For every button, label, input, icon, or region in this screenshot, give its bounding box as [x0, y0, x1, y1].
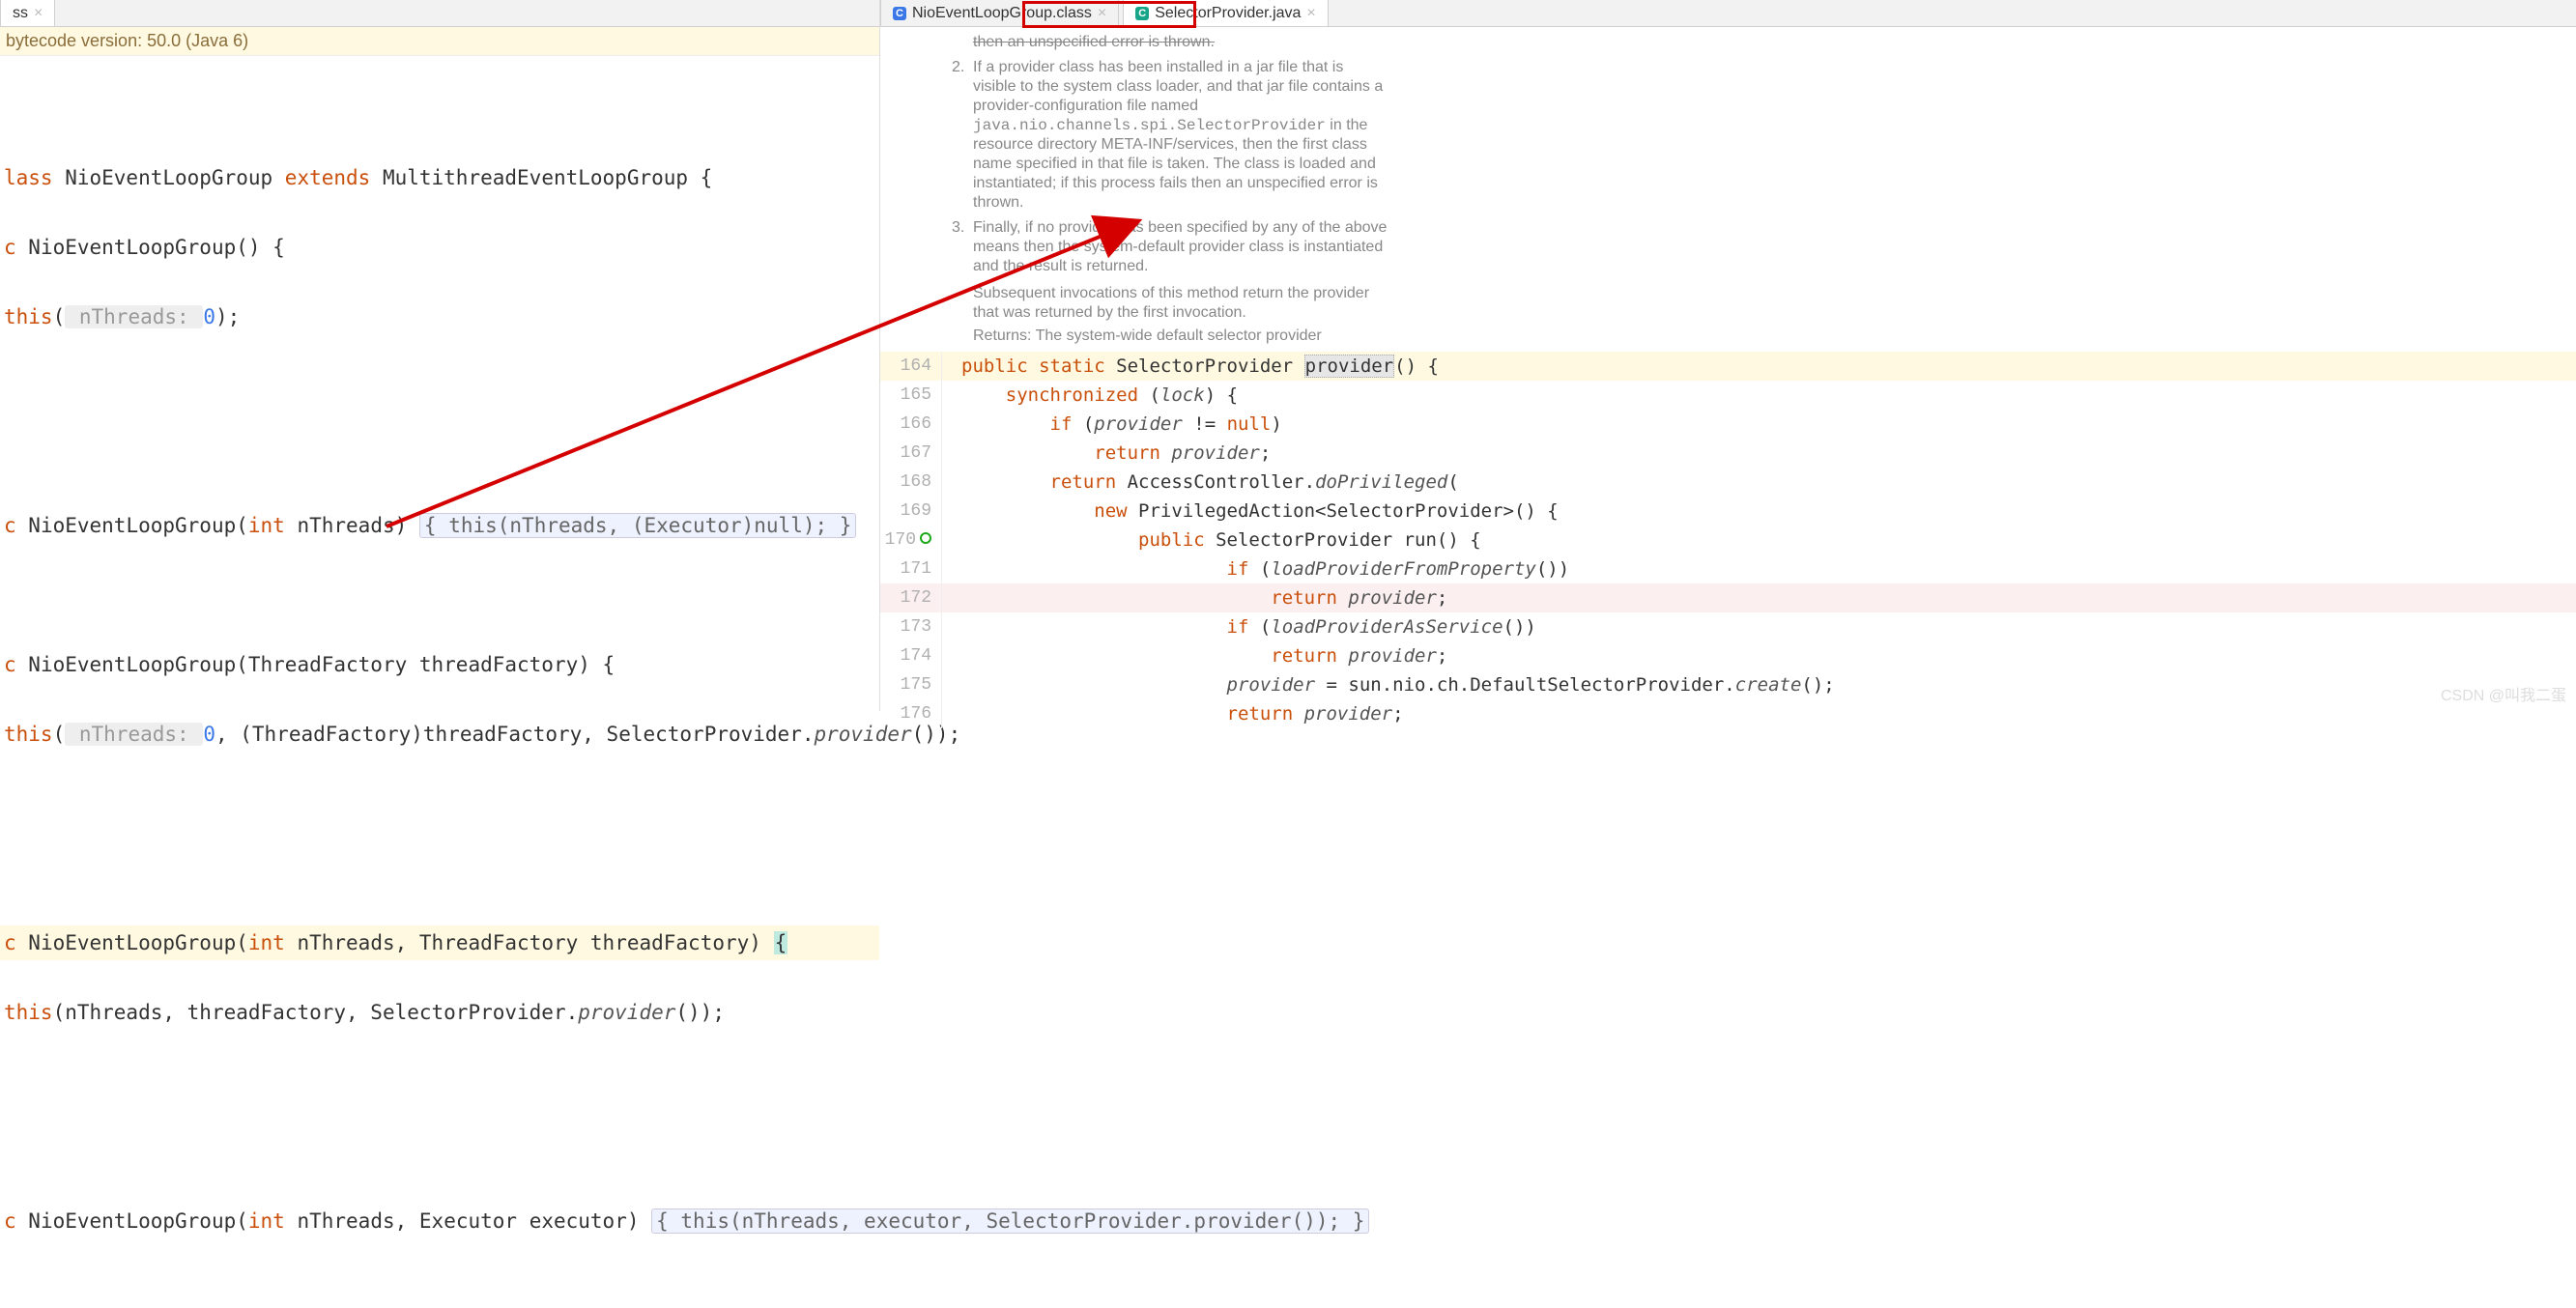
right-editor-pane: C NioEventLoopGroup.class × C SelectorPr…: [880, 0, 2576, 711]
line-number: 175: [880, 670, 942, 699]
class-icon: C: [1135, 7, 1149, 20]
left-editor-pane: ss × bytecode version: 50.0 (Java 6) las…: [0, 0, 880, 711]
param-hint: nThreads:: [65, 305, 203, 328]
line-number: 164: [880, 352, 942, 381]
tab-label: NioEventLoopGroup.class: [912, 5, 1092, 22]
close-icon[interactable]: ×: [34, 5, 43, 22]
close-icon[interactable]: ×: [1306, 5, 1315, 22]
left-code[interactable]: lass NioEventLoopGroup extends Multithre…: [0, 56, 879, 1308]
line-number: 174: [880, 641, 942, 670]
caret-position: {: [774, 931, 788, 954]
line-number: 172: [880, 583, 942, 612]
left-tabbar: ss ×: [0, 0, 879, 27]
decompile-banner: bytecode version: 50.0 (Java 6): [0, 27, 879, 56]
tab-ss[interactable]: ss ×: [0, 0, 55, 26]
tab-selectorprovider[interactable]: C SelectorProvider.java ×: [1123, 0, 1329, 26]
close-icon[interactable]: ×: [1098, 5, 1106, 22]
line-number: 169: [880, 497, 942, 526]
doc-paragraph: Subsequent invocations of this method re…: [973, 284, 1390, 323]
line-number: 167: [880, 439, 942, 468]
doc-item: 2.If a provider class has been installed…: [973, 58, 1390, 213]
tab-label: ss: [13, 5, 28, 22]
kw-class: lass: [4, 166, 65, 189]
class-icon: C: [893, 7, 906, 20]
override-icon[interactable]: [920, 532, 931, 544]
tab-label: SelectorProvider.java: [1155, 5, 1301, 22]
method-name: provider: [1304, 355, 1395, 378]
line-number: 173: [880, 612, 942, 641]
doc-returns: Returns: The system-wide default selecto…: [973, 327, 1390, 346]
folded-block[interactable]: { this(nThreads, (Executor)null); }: [419, 513, 857, 538]
tab-nioeventloopgroup[interactable]: C NioEventLoopGroup.class ×: [880, 0, 1119, 26]
line-number: 170: [880, 526, 942, 554]
line-number: 171: [880, 554, 942, 583]
line-number: 176: [880, 699, 942, 728]
line-number: 166: [880, 410, 942, 439]
line-number: 168: [880, 468, 942, 497]
folded-block[interactable]: { this(nThreads, executor, SelectorProvi…: [651, 1208, 1369, 1234]
right-code[interactable]: 164public static SelectorProvider provid…: [880, 352, 2576, 728]
watermark: CSDN @叫我二蛋: [2441, 682, 2566, 705]
javadoc-rendered: then an unspecified error is thrown. 2.I…: [880, 27, 1402, 352]
doc-item: then an unspecified error is thrown.: [973, 33, 1390, 52]
right-tabbar: C NioEventLoopGroup.class × C SelectorPr…: [880, 0, 2576, 27]
line-number: 165: [880, 381, 942, 410]
doc-item: 3.Finally, if no provider has been speci…: [973, 218, 1390, 276]
